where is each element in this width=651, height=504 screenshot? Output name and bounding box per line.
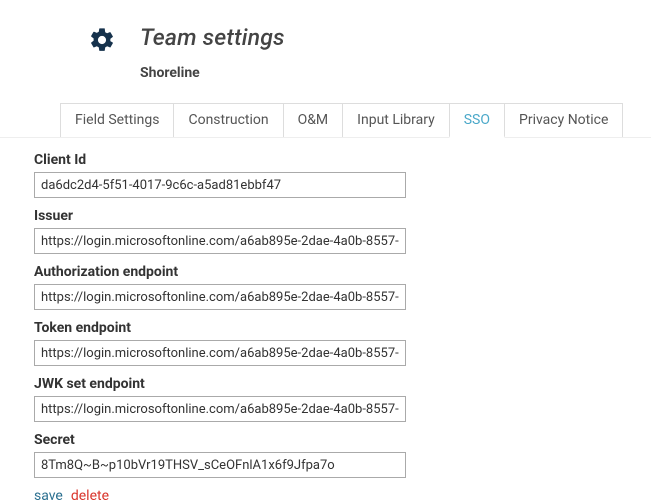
tab-construction[interactable]: Construction [173, 103, 283, 137]
team-name: Shoreline [140, 65, 285, 81]
delete-button[interactable]: delete [71, 488, 109, 504]
label-secret: Secret [34, 432, 651, 448]
input-jwk-set-endpoint[interactable] [34, 396, 406, 422]
input-secret[interactable] [34, 452, 406, 478]
save-button[interactable]: save [34, 488, 63, 504]
tab-privacy-notice[interactable]: Privacy Notice [504, 103, 623, 137]
input-token-endpoint[interactable] [34, 340, 406, 366]
field-authorization-endpoint: Authorization endpoint [34, 264, 651, 310]
tab-field-settings[interactable]: Field Settings [60, 103, 174, 137]
title-block: Team settings Shoreline [140, 24, 285, 81]
form-actions: save delete [34, 488, 651, 504]
page-title: Team settings [140, 24, 285, 51]
label-issuer: Issuer [34, 208, 651, 224]
label-token-endpoint: Token endpoint [34, 320, 651, 336]
gear-icon [88, 26, 116, 54]
tab-bar: Field Settings Construction O&M Input Li… [0, 103, 651, 138]
field-issuer: Issuer [34, 208, 651, 254]
input-issuer[interactable] [34, 228, 406, 254]
page-header: Team settings Shoreline [0, 0, 651, 81]
tab-input-library[interactable]: Input Library [342, 103, 450, 137]
field-secret: Secret [34, 432, 651, 478]
label-client-id: Client Id [34, 152, 651, 168]
input-client-id[interactable] [34, 172, 406, 198]
sso-form: Client Id Issuer Authorization endpoint … [0, 138, 651, 504]
tab-oam[interactable]: O&M [283, 103, 344, 137]
tab-sso[interactable]: SSO [449, 103, 505, 138]
label-authorization-endpoint: Authorization endpoint [34, 264, 651, 280]
field-token-endpoint: Token endpoint [34, 320, 651, 366]
field-client-id: Client Id [34, 152, 651, 198]
field-jwk-set-endpoint: JWK set endpoint [34, 376, 651, 422]
label-jwk-set-endpoint: JWK set endpoint [34, 376, 651, 392]
input-authorization-endpoint[interactable] [34, 284, 406, 310]
